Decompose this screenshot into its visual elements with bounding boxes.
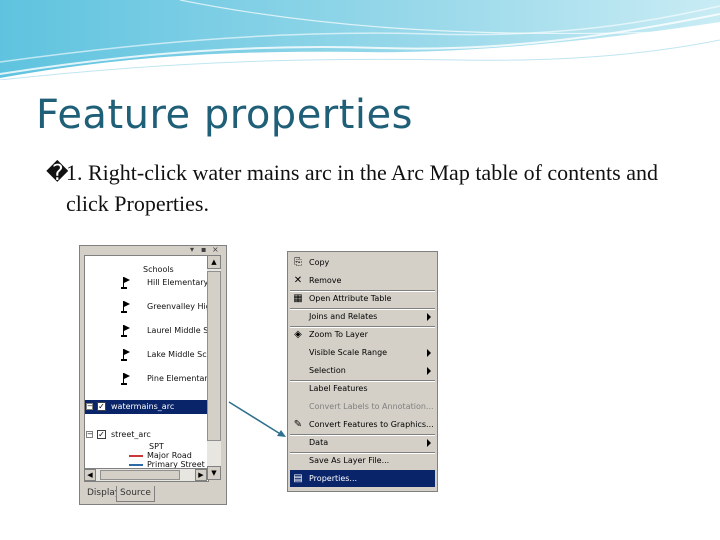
menu-item-convert-labels-to-annotation[interactable]: Convert Labels to Annotation... — [290, 398, 435, 415]
menu-item-save-as-layer-file[interactable]: Save As Layer File... — [290, 452, 435, 469]
menu-item-label: Convert Features to Graphics... — [309, 420, 434, 429]
menu-item-label: Zoom To Layer — [309, 330, 368, 339]
menu-item-label: Convert Labels to Annotation... — [309, 402, 434, 411]
layer-context-menu: ⎘ Copy ✕ Remove ▦ Open Attribute Table Joins a… — [287, 251, 438, 492]
menu-item-data[interactable]: Data — [290, 434, 435, 451]
zoom-to-layer-icon: ◈ — [294, 329, 302, 340]
menu-item-label: Properties... — [309, 474, 358, 483]
remove-icon: ✕ — [293, 275, 303, 286]
menu-item-remove[interactable]: ✕ Remove — [290, 272, 435, 289]
menu-item-properties[interactable]: ▤ Properties... — [290, 470, 435, 487]
menu-item-label: Remove — [309, 276, 342, 285]
submenu-arrow-icon — [427, 439, 431, 447]
menu-item-label: Open Attribute Table — [309, 294, 392, 303]
menu-item-label: Visible Scale Range — [309, 348, 388, 357]
properties-icon: ▤ — [293, 473, 303, 484]
menu-item-convert-features-to-graphics[interactable]: ✎ Convert Features to Graphics... — [290, 416, 435, 433]
menu-item-copy[interactable]: ⎘ Copy — [290, 254, 435, 271]
menu-item-joins-and-relates[interactable]: Joins and Relates — [290, 308, 435, 325]
menu-item-label: Selection — [309, 366, 346, 375]
submenu-arrow-icon — [427, 367, 431, 375]
menu-item-selection[interactable]: Selection — [290, 362, 435, 379]
menu-item-label: Data — [309, 438, 329, 447]
copy-icon: ⎘ — [294, 257, 302, 268]
menu-item-label: Joins and Relates — [309, 312, 378, 321]
menu-item-open-attribute-table[interactable]: ▦ Open Attribute Table — [290, 290, 435, 307]
submenu-arrow-icon — [427, 349, 431, 357]
menu-item-visible-scale-range[interactable]: Visible Scale Range — [290, 344, 435, 361]
menu-item-zoom-to-layer[interactable]: ◈ Zoom To Layer — [290, 326, 435, 343]
table-icon: ▦ — [293, 293, 303, 304]
menu-item-label: Save As Layer File... — [309, 456, 390, 465]
menu-item-label-features[interactable]: Label Features — [290, 380, 435, 397]
convert-graphics-icon: ✎ — [293, 419, 303, 430]
menu-item-label: Copy — [309, 258, 330, 267]
submenu-arrow-icon — [427, 313, 431, 321]
menu-item-label: Label Features — [309, 384, 368, 393]
